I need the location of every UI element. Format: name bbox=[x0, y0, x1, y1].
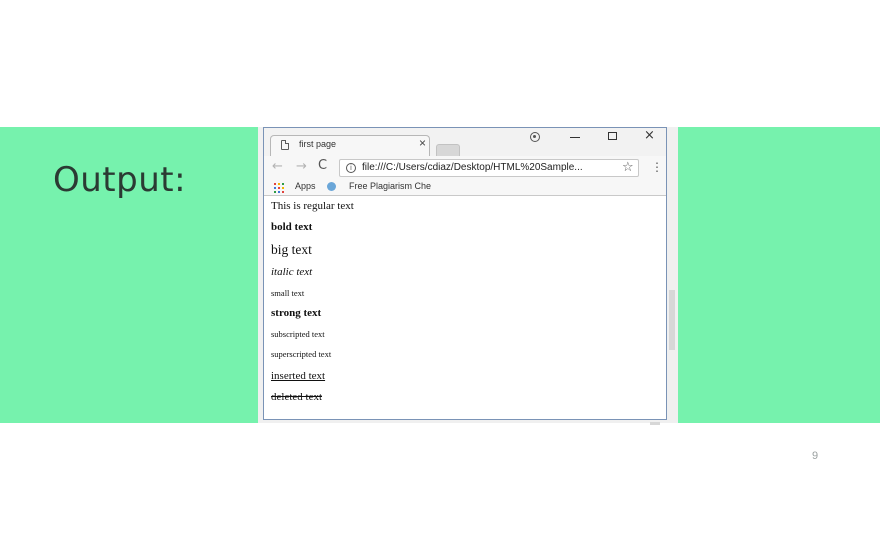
browser-titlebar: first page × × bbox=[264, 128, 666, 156]
bookmark-icon[interactable] bbox=[327, 182, 336, 191]
scrollbar-fragment bbox=[650, 422, 660, 425]
inserted-text: inserted text bbox=[271, 370, 326, 382]
tab-close-icon[interactable]: × bbox=[419, 137, 426, 149]
browser-tab[interactable]: first page × bbox=[270, 135, 430, 156]
subscripted-text: subscripted text bbox=[271, 329, 325, 339]
menu-icon[interactable]: ⋮ bbox=[651, 161, 663, 173]
minimize-icon[interactable] bbox=[570, 137, 580, 138]
bold-text: bold text bbox=[271, 221, 313, 233]
big-text: big text bbox=[271, 242, 312, 257]
browser-toolbar: ← → C i file:///C:/Users/cdiaz/Desktop/H… bbox=[264, 156, 666, 180]
slide-band-right bbox=[678, 127, 880, 423]
new-tab-button[interactable] bbox=[436, 144, 460, 156]
forward-arrow-icon[interactable]: → bbox=[296, 160, 307, 173]
apps-label[interactable]: Apps bbox=[295, 181, 316, 191]
bookmarks-bar: Apps Free Plagiarism Che bbox=[264, 180, 666, 196]
italic-text: italic text bbox=[271, 266, 313, 278]
maximize-icon[interactable] bbox=[608, 132, 617, 140]
document-icon bbox=[281, 140, 289, 150]
scrollbar-fragment bbox=[669, 290, 675, 350]
url-text[interactable]: file:///C:/Users/cdiaz/Desktop/HTML%20Sa… bbox=[362, 162, 583, 173]
small-text: small text bbox=[271, 288, 305, 298]
back-arrow-icon[interactable]: ← bbox=[272, 160, 283, 173]
bookmark-label[interactable]: Free Plagiarism Che bbox=[349, 181, 439, 191]
regular-text: This is regular text bbox=[271, 200, 354, 212]
star-icon[interactable]: ☆ bbox=[622, 160, 634, 175]
address-bar[interactable]: i file:///C:/Users/cdiaz/Desktop/HTML%20… bbox=[339, 159, 639, 177]
deleted-text: deleted text bbox=[271, 391, 323, 403]
tab-title: first page bbox=[299, 139, 337, 149]
info-icon[interactable]: i bbox=[346, 163, 356, 173]
apps-grid-icon[interactable] bbox=[274, 183, 284, 193]
profile-icon[interactable] bbox=[530, 132, 540, 142]
slide-heading: Output: bbox=[53, 160, 187, 200]
close-window-icon[interactable]: × bbox=[644, 129, 655, 142]
superscripted-text: superscripted text bbox=[271, 349, 332, 359]
strong-text: strong text bbox=[271, 307, 322, 319]
browser-window: first page × × ← → C i file:///C:/Users/… bbox=[263, 127, 667, 420]
reload-icon[interactable]: C bbox=[318, 159, 327, 172]
slide-page-number: 9 bbox=[812, 450, 819, 462]
